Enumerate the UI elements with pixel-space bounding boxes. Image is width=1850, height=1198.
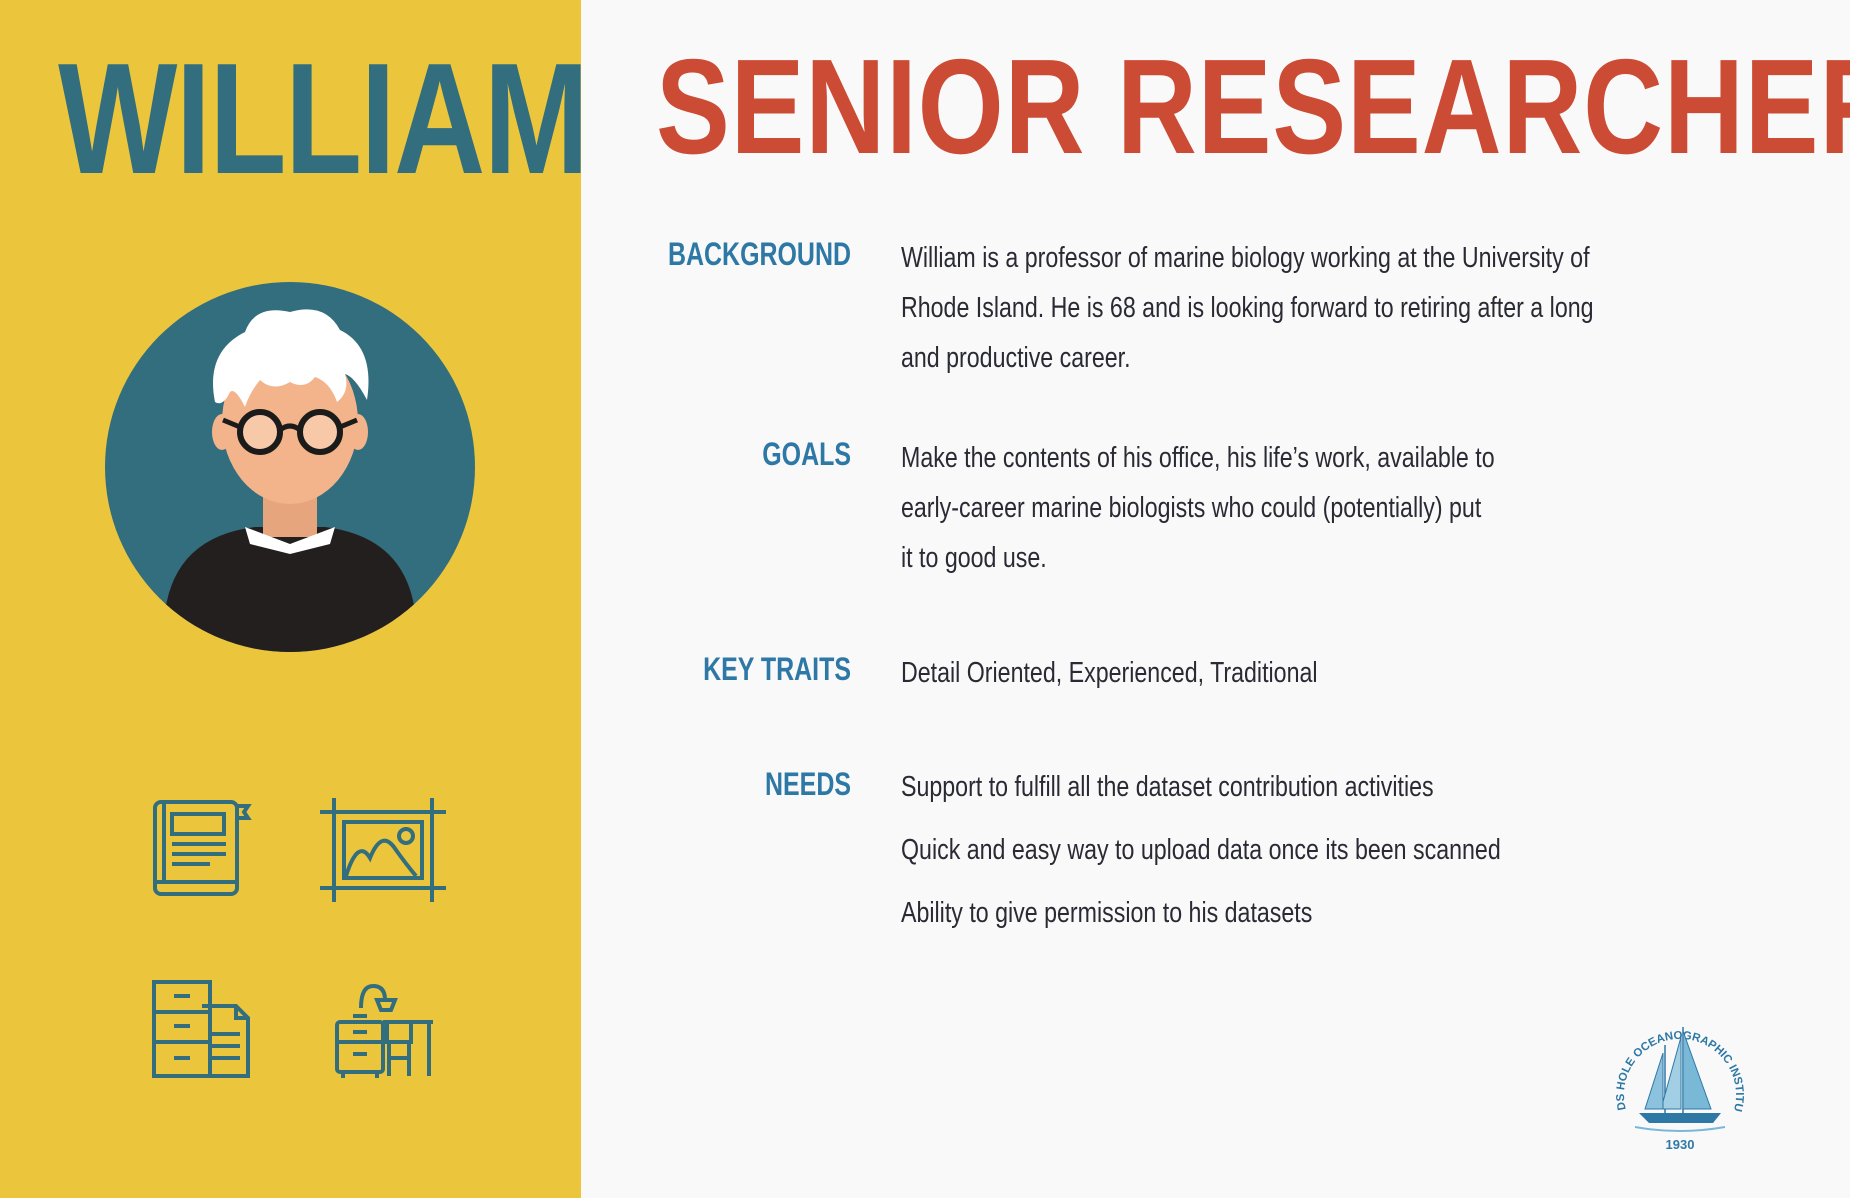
- book-icon: [153, 800, 252, 896]
- background-text: William is a professor of marine biology…: [901, 233, 1721, 383]
- goals-label: GOALS: [762, 436, 851, 472]
- file-cabinet-icon: [152, 980, 250, 1078]
- needs-label-wrap: NEEDS: [581, 766, 851, 806]
- persona-name: WILLIAM: [58, 31, 589, 207]
- key-traits-label-wrap: KEY TRAITS: [581, 651, 851, 691]
- background-label: BACKGROUND: [667, 236, 851, 272]
- needs-item: Ability to give permission to his datase…: [901, 897, 1313, 929]
- background-line: Rhode Island. He is 68 and is looking fo…: [901, 292, 1594, 324]
- desk-icon: [335, 983, 433, 1078]
- background-label-wrap: BACKGROUND: [581, 236, 851, 276]
- role-title: SENIOR RESEARCHER: [656, 31, 1850, 182]
- goals-text: Make the contents of his office, his lif…: [901, 433, 1721, 583]
- needs-item: Quick and easy way to upload data once i…: [901, 834, 1501, 866]
- avatar: [105, 282, 475, 652]
- logo-year: 1930: [1666, 1137, 1695, 1152]
- key-traits-text: Detail Oriented, Experienced, Traditiona…: [901, 648, 1721, 698]
- goals-line: early-career marine biologists who could…: [901, 492, 1482, 524]
- goals-line: it to good use.: [901, 542, 1047, 574]
- picture-frame-icon: [320, 798, 446, 902]
- left-panel: WILLIAM: [0, 0, 589, 1198]
- needs-label: NEEDS: [765, 766, 851, 802]
- needs-list: Support to fulfill all the dataset contr…: [901, 756, 1721, 945]
- background-line: William is a professor of marine biology…: [901, 242, 1590, 274]
- whoi-logo: WOODS HOLE OCEANOGRAPHIC INSTITUTION 193…: [1605, 1005, 1745, 1152]
- goals-label-wrap: GOALS: [581, 436, 851, 476]
- needs-item: Support to fulfill all the dataset contr…: [901, 771, 1434, 803]
- key-traits-label: KEY TRAITS: [703, 651, 851, 687]
- key-traits-line: Detail Oriented, Experienced, Traditiona…: [901, 657, 1318, 689]
- goals-line: Make the contents of his office, his lif…: [901, 442, 1495, 474]
- background-line: and productive career.: [901, 342, 1131, 374]
